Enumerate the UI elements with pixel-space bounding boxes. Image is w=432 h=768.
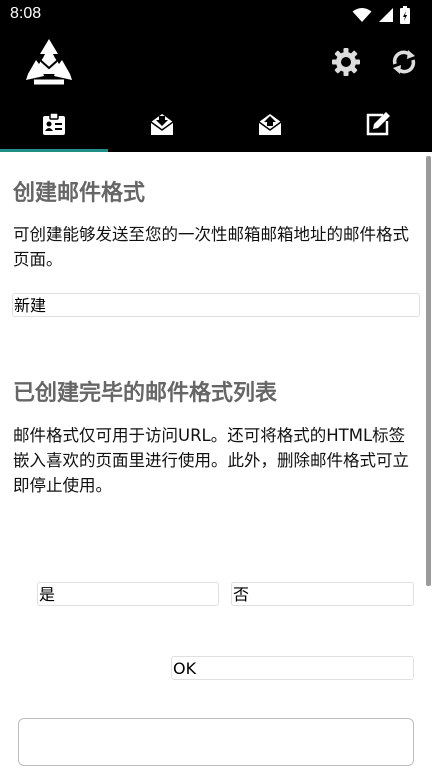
scrollbar[interactable] bbox=[426, 156, 431, 586]
tab-edit[interactable] bbox=[324, 96, 432, 152]
app-bar bbox=[0, 30, 432, 96]
mail-download-icon bbox=[150, 114, 174, 135]
recycle-mail-logo-icon bbox=[26, 39, 72, 85]
new-format-button[interactable]: 新建 bbox=[12, 293, 420, 317]
create-section-description: 可创建能够发送至您的一次性邮箱邮箱地址的邮件格式页面。 bbox=[13, 225, 409, 269]
settings-gear-icon[interactable] bbox=[330, 46, 362, 78]
tab-indicator bbox=[0, 149, 108, 152]
create-section-title: 创建邮件格式 bbox=[13, 181, 146, 206]
mail-upload-icon bbox=[258, 114, 282, 135]
status-icons bbox=[352, 6, 410, 24]
edit-note-icon bbox=[366, 112, 390, 136]
tab-format-create[interactable] bbox=[0, 96, 108, 152]
yes-button[interactable]: 是 bbox=[37, 582, 219, 606]
list-section-title: 已创建完毕的邮件格式列表 bbox=[13, 381, 278, 406]
clipboard-badge-icon bbox=[43, 112, 65, 135]
status-bar: 8:08 bbox=[0, 0, 432, 30]
no-button[interactable]: 否 bbox=[231, 582, 414, 606]
tab-inbox[interactable] bbox=[108, 96, 216, 152]
signal-icon bbox=[379, 8, 393, 22]
battery-icon bbox=[400, 6, 410, 24]
refresh-sync-icon[interactable] bbox=[388, 46, 420, 78]
list-section-description: 邮件格式仅可用于访问URL。还可将格式的HTML标签嵌入喜欢的页面里进行使用。此… bbox=[13, 426, 409, 495]
text-input-box[interactable] bbox=[18, 718, 414, 766]
status-time: 8:08 bbox=[10, 5, 42, 22]
tab-bar bbox=[0, 96, 432, 152]
wifi-icon bbox=[352, 8, 372, 22]
ok-button[interactable]: OK bbox=[171, 656, 414, 680]
tab-outbox[interactable] bbox=[216, 96, 324, 152]
